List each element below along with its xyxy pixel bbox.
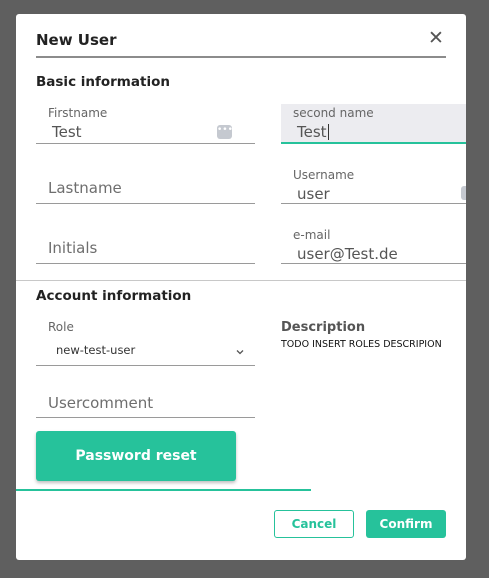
second-name-underline [281, 142, 466, 144]
usercomment-field[interactable]: Usercomment [36, 378, 255, 418]
lastname-field[interactable]: Lastname [36, 164, 255, 204]
role-label: Role [48, 320, 74, 334]
lastname-underline [36, 203, 255, 204]
title-divider [36, 56, 446, 58]
initials-underline [36, 263, 255, 264]
chevron-down-icon [236, 350, 244, 355]
second-name-label: second name [293, 106, 374, 120]
initials-placeholder: Initials [48, 239, 98, 257]
email-label: e-mail [293, 228, 331, 242]
firstname-label: Firstname [48, 106, 108, 120]
username-value: user [297, 185, 330, 203]
basic-information-heading: Basic information [36, 74, 170, 90]
role-underline [36, 365, 255, 366]
lastname-placeholder: Lastname [48, 179, 122, 197]
initials-field[interactable]: Initials [36, 224, 255, 264]
new-user-dialog: New User ✕ Basic information Firstname T… [16, 14, 466, 560]
firstname-value: Test [52, 123, 82, 141]
cancel-button[interactable]: Cancel [274, 510, 354, 538]
email-field[interactable]: e-mail user@Test.de [281, 224, 466, 264]
password-manager-icon[interactable] [461, 186, 466, 200]
accent-line [16, 489, 311, 491]
second-name-field[interactable]: second name Test [281, 104, 466, 144]
confirm-button[interactable]: Confirm [366, 510, 446, 538]
password-manager-icon[interactable]: ••• [217, 125, 233, 139]
role-select[interactable]: Role new-test-user [36, 316, 255, 366]
email-underline [281, 263, 466, 264]
username-field[interactable]: Username user [281, 164, 466, 204]
password-reset-button[interactable]: Password reset [36, 431, 236, 481]
account-information-heading: Account information [36, 288, 192, 304]
username-label: Username [293, 168, 355, 182]
description-label: Description [281, 320, 366, 335]
second-name-value: Test [297, 123, 329, 141]
section-divider [16, 280, 466, 281]
username-underline [281, 203, 466, 204]
usercomment-underline [36, 417, 255, 418]
firstname-underline [36, 143, 255, 144]
email-value: user@Test.de [297, 245, 398, 263]
usercomment-placeholder: Usercomment [48, 394, 154, 412]
dialog-title: New User [36, 31, 117, 49]
close-icon[interactable]: ✕ [426, 28, 446, 48]
description-text: TODO INSERT ROLES DESCRIPION [281, 339, 442, 350]
role-value: new-test-user [56, 343, 136, 357]
firstname-field[interactable]: Firstname Test ••• [36, 102, 255, 144]
